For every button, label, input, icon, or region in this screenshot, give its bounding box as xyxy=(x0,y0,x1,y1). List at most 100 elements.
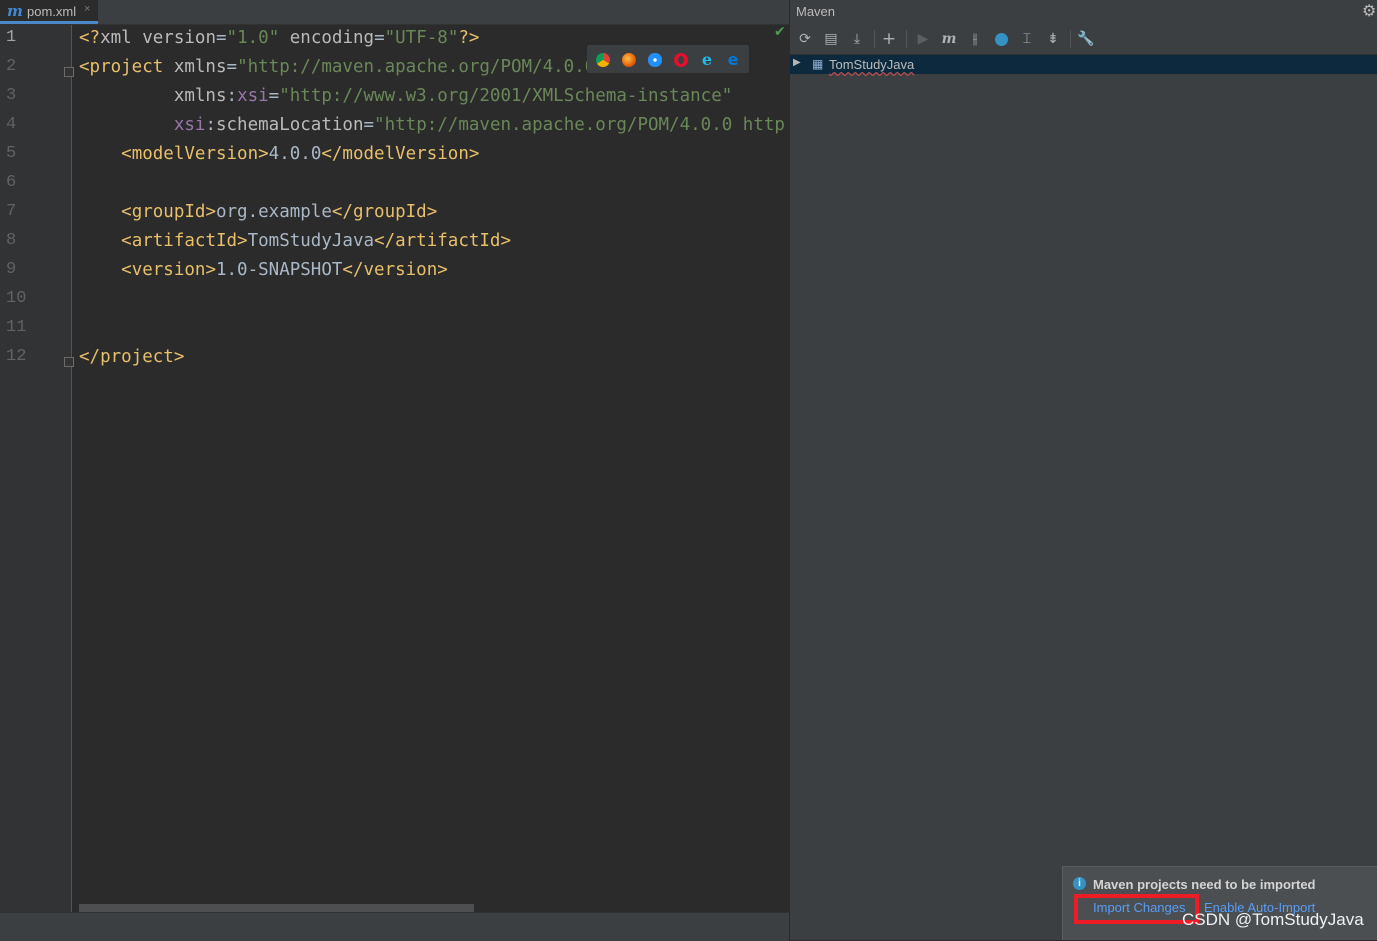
maven-tool-window: Maven ⚙ ⟳ ▤ ⤓ + ▶ m ⫲ ⌶ ⇟ 🔧 ▶ ▦ TomStudy… xyxy=(789,0,1377,940)
code-token: <project xyxy=(79,57,174,77)
line-number: 10 xyxy=(6,289,27,308)
code-line: xsi:schemaLocation="http://maven.apache.… xyxy=(79,115,789,144)
code-token: "UTF-8" xyxy=(384,28,459,48)
code-line: <project xmlns="http://maven.apache.org/… xyxy=(79,57,606,86)
horizontal-scrollbar[interactable] xyxy=(79,904,474,912)
check-icon: ✔ xyxy=(774,24,786,40)
code-line: <version>1.0-SNAPSHOT</version> xyxy=(79,260,448,289)
code-token: = xyxy=(363,115,375,135)
code-token: "http://www.w3.org/2001/XMLSchema-instan… xyxy=(279,86,733,106)
line-number: 2 xyxy=(6,57,17,76)
reimport-icon[interactable]: ⟳ xyxy=(796,30,814,48)
maven-module-icon: ▦ xyxy=(812,57,824,71)
browser-preview-bar: e e xyxy=(587,45,749,73)
line-number: 12 xyxy=(6,347,27,366)
code-token: <version> xyxy=(121,260,216,280)
code-line: <modelVersion>4.0.0</modelVersion> xyxy=(79,144,479,173)
info-icon: i xyxy=(1073,877,1086,890)
chrome-icon[interactable] xyxy=(596,53,610,67)
code-token: xmlns xyxy=(173,57,227,77)
code-token: = xyxy=(268,86,280,106)
toolbar-separator xyxy=(874,30,875,48)
code-line: <?xml version="1.0" encoding="UTF-8"?> xyxy=(79,28,479,57)
firefox-icon[interactable] xyxy=(622,53,636,67)
toggle-offline-icon[interactable]: ⫲ xyxy=(966,30,984,48)
line-number: 1 xyxy=(6,28,17,47)
tab-pom-xml[interactable]: m pom.xml × xyxy=(0,0,98,24)
line-number: 8 xyxy=(6,231,17,250)
edge-icon[interactable]: e xyxy=(726,52,740,68)
toolbar-separator xyxy=(906,30,907,48)
code-token: "http://maven.apache.org/POM/4.0.0" xyxy=(237,57,606,77)
code-token: xmlns xyxy=(173,86,227,106)
close-icon[interactable]: × xyxy=(84,3,90,15)
generate-sources-icon[interactable]: ▤ xyxy=(822,30,840,48)
toolbar-separator xyxy=(1070,30,1071,48)
line-number: 4 xyxy=(6,115,17,134)
code-token: xsi xyxy=(237,86,269,106)
fold-marker-icon[interactable] xyxy=(64,357,74,367)
code-token: 1.0-SNAPSHOT xyxy=(215,260,343,280)
code-line: <artifactId>TomStudyJava</artifactId> xyxy=(79,231,511,260)
line-number: 11 xyxy=(6,318,27,337)
code-token: <groupId> xyxy=(121,202,216,222)
fold-marker-icon[interactable] xyxy=(64,67,74,77)
code-line: </project> xyxy=(79,347,184,376)
execute-goal-icon[interactable]: m xyxy=(940,30,958,48)
opera-icon[interactable] xyxy=(674,53,688,67)
code-line: xmlns:xsi="http://www.w3.org/2001/XMLSch… xyxy=(79,86,732,115)
maven-panel-title: Maven xyxy=(796,4,836,19)
settings-wrench-icon[interactable]: 🔧 xyxy=(1077,30,1095,48)
code-token: ?> xyxy=(458,28,480,48)
code-token: org.example xyxy=(215,202,332,222)
code-token: </project> xyxy=(79,347,185,367)
show-dependencies-icon[interactable]: ⌶ xyxy=(1018,30,1036,48)
tab-label: pom.xml xyxy=(27,4,77,19)
code-area[interactable]: <?xml version="1.0" encoding="UTF-8"?> <p… xyxy=(79,25,789,905)
collapse-all-icon[interactable]: ⇟ xyxy=(1044,30,1062,48)
code-token: <artifactId> xyxy=(121,231,248,251)
code-token: </version> xyxy=(342,260,448,280)
expand-arrow-icon[interactable]: ▶ xyxy=(793,57,801,68)
editor-pane[interactable]: m pom.xml × 1 2 3 4 5 6 7 8 9 10 11 12 <?xml versio… xyxy=(0,0,789,941)
editor-tab-bar: m pom.xml × xyxy=(0,0,789,25)
code-token: 4.0.0 xyxy=(268,144,322,164)
skip-tests-icon[interactable] xyxy=(992,30,1010,48)
gear-icon[interactable]: ⚙ xyxy=(1362,1,1376,20)
code-token: xsi xyxy=(173,115,206,135)
project-name: TomStudyJava xyxy=(829,57,915,72)
code-token: version xyxy=(142,28,216,48)
highlight-box xyxy=(1074,894,1199,924)
code-token: = xyxy=(216,28,227,48)
download-icon[interactable]: ⤓ xyxy=(848,30,866,48)
line-number-gutter: 1 2 3 4 5 6 7 8 9 10 11 12 xyxy=(0,25,74,915)
line-number: 5 xyxy=(6,144,17,163)
code-token: <modelVersion> xyxy=(121,144,269,164)
ie-icon[interactable]: e xyxy=(700,52,714,68)
code-token: : xyxy=(205,115,216,135)
status-bar xyxy=(0,912,789,941)
code-token: schemaLocation xyxy=(215,115,364,135)
maven-m-icon: m xyxy=(7,2,23,20)
code-token: : xyxy=(226,86,238,106)
code-token: "1.0" xyxy=(226,28,280,48)
line-number: 3 xyxy=(6,86,17,105)
code-token: </modelVersion> xyxy=(321,144,480,164)
code-token: xml xyxy=(100,28,143,48)
code-token: TomStudyJava xyxy=(247,231,375,251)
add-icon[interactable]: + xyxy=(880,30,898,48)
safari-icon[interactable] xyxy=(648,53,662,67)
code-line: <groupId>org.example</groupId> xyxy=(79,202,437,231)
code-token: <? xyxy=(79,28,101,48)
run-icon[interactable]: ▶ xyxy=(914,30,932,48)
maven-project-node[interactable]: ▶ ▦ TomStudyJava xyxy=(790,55,1377,74)
code-token: </groupId> xyxy=(331,202,438,222)
line-number: 7 xyxy=(6,202,17,221)
code-token: </artifactId> xyxy=(374,231,511,251)
notification-title: Maven projects need to be imported xyxy=(1093,877,1316,892)
